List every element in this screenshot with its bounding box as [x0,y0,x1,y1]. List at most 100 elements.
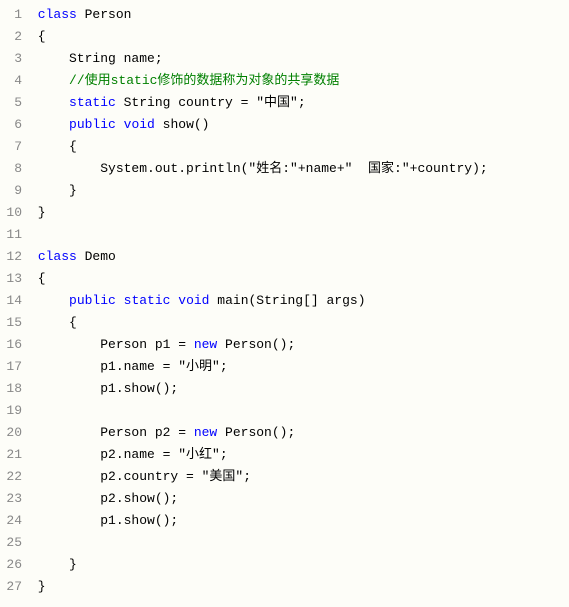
line-number: 10 [0,202,22,224]
code-line: } [30,202,569,224]
code-line: static String country = "中国"; [30,92,569,114]
code-token: { [30,315,77,330]
line-number: 20 [0,422,22,444]
code-token: public [69,117,116,132]
line-number: 1 [0,4,22,26]
code-line: { [30,312,569,334]
code-line: p1.show(); [30,378,569,400]
code-token: Person p2 = [30,425,194,440]
line-number: 3 [0,48,22,70]
line-number: 2 [0,26,22,48]
code-line: p2.name = "小红"; [30,444,569,466]
code-token [30,249,38,264]
code-token: class [38,249,77,264]
code-line: p1.name = "小明"; [30,356,569,378]
code-line: } [30,554,569,576]
code-line: class Person [30,4,569,26]
line-number: 7 [0,136,22,158]
line-number: 16 [0,334,22,356]
code-line: Person p1 = new Person(); [30,334,569,356]
code-token: Person p1 = [30,337,194,352]
code-token: p2.name = "小红"; [30,447,228,462]
line-number: 26 [0,554,22,576]
code-token: System.out.println("姓名:"+name+" 国家:"+cou… [30,161,488,176]
line-number: 25 [0,532,22,554]
code-line: { [30,136,569,158]
code-token: void [124,117,155,132]
code-token: p2.country = "美国"; [30,469,251,484]
code-line [30,224,569,246]
code-token: new [194,337,217,352]
code-token: main(String[] args) [209,293,365,308]
code-token: } [30,579,46,594]
line-number: 21 [0,444,22,466]
line-number: 24 [0,510,22,532]
code-token: p1.show(); [30,513,178,528]
code-line: p2.show(); [30,488,569,510]
code-token: p2.show(); [30,491,178,506]
line-number: 22 [0,466,22,488]
code-line: } [30,180,569,202]
code-token: //使用static修饰的数据称为对象的共享数据 [69,73,339,88]
code-token: String country = "中国"; [116,95,306,110]
code-token: new [194,425,217,440]
code-line: } [30,576,569,598]
code-line: Person p2 = new Person(); [30,422,569,444]
line-number: 12 [0,246,22,268]
code-token [30,73,69,88]
code-line: System.out.println("姓名:"+name+" 国家:"+cou… [30,158,569,180]
code-token: String name; [30,51,163,66]
code-token: show() [155,117,210,132]
code-token: { [30,139,77,154]
line-number: 4 [0,70,22,92]
code-token: { [30,29,46,44]
code-token: p1.show(); [30,381,178,396]
line-number: 13 [0,268,22,290]
line-number: 5 [0,92,22,114]
code-line: p1.show(); [30,510,569,532]
line-number: 18 [0,378,22,400]
code-line: class Demo [30,246,569,268]
code-token: } [30,557,77,572]
code-token: } [30,183,77,198]
line-number: 14 [0,290,22,312]
code-line: //使用static修饰的数据称为对象的共享数据 [30,70,569,92]
code-line: { [30,268,569,290]
code-token: static [69,95,116,110]
code-token: { [30,271,46,286]
code-token [30,95,69,110]
code-line: { [30,26,569,48]
code-token: Person(); [217,337,295,352]
line-number-gutter: 1234567891011121314151617181920212223242… [0,4,30,598]
code-line [30,532,569,554]
code-token: } [30,205,46,220]
line-number: 15 [0,312,22,334]
code-line: public static void main(String[] args) [30,290,569,312]
code-token: Person [77,7,132,22]
line-number: 17 [0,356,22,378]
code-token: Demo [77,249,116,264]
code-token: class [30,7,77,22]
code-token: public [69,293,116,308]
code-line: p2.country = "美国"; [30,466,569,488]
line-number: 23 [0,488,22,510]
line-number: 11 [0,224,22,246]
code-content-area: class Person { String name; //使用static修饰… [30,4,569,598]
code-token: static [124,293,171,308]
line-number: 6 [0,114,22,136]
code-token [30,293,69,308]
line-number: 8 [0,158,22,180]
code-editor: 1234567891011121314151617181920212223242… [0,0,569,602]
code-token [116,293,124,308]
line-number: 27 [0,576,22,598]
code-token [30,117,69,132]
code-token: p1.name = "小明"; [30,359,228,374]
code-line: String name; [30,48,569,70]
code-token [116,117,124,132]
code-line [30,400,569,422]
code-token: void [178,293,209,308]
line-number: 19 [0,400,22,422]
code-token: Person(); [217,425,295,440]
code-line: public void show() [30,114,569,136]
line-number: 9 [0,180,22,202]
